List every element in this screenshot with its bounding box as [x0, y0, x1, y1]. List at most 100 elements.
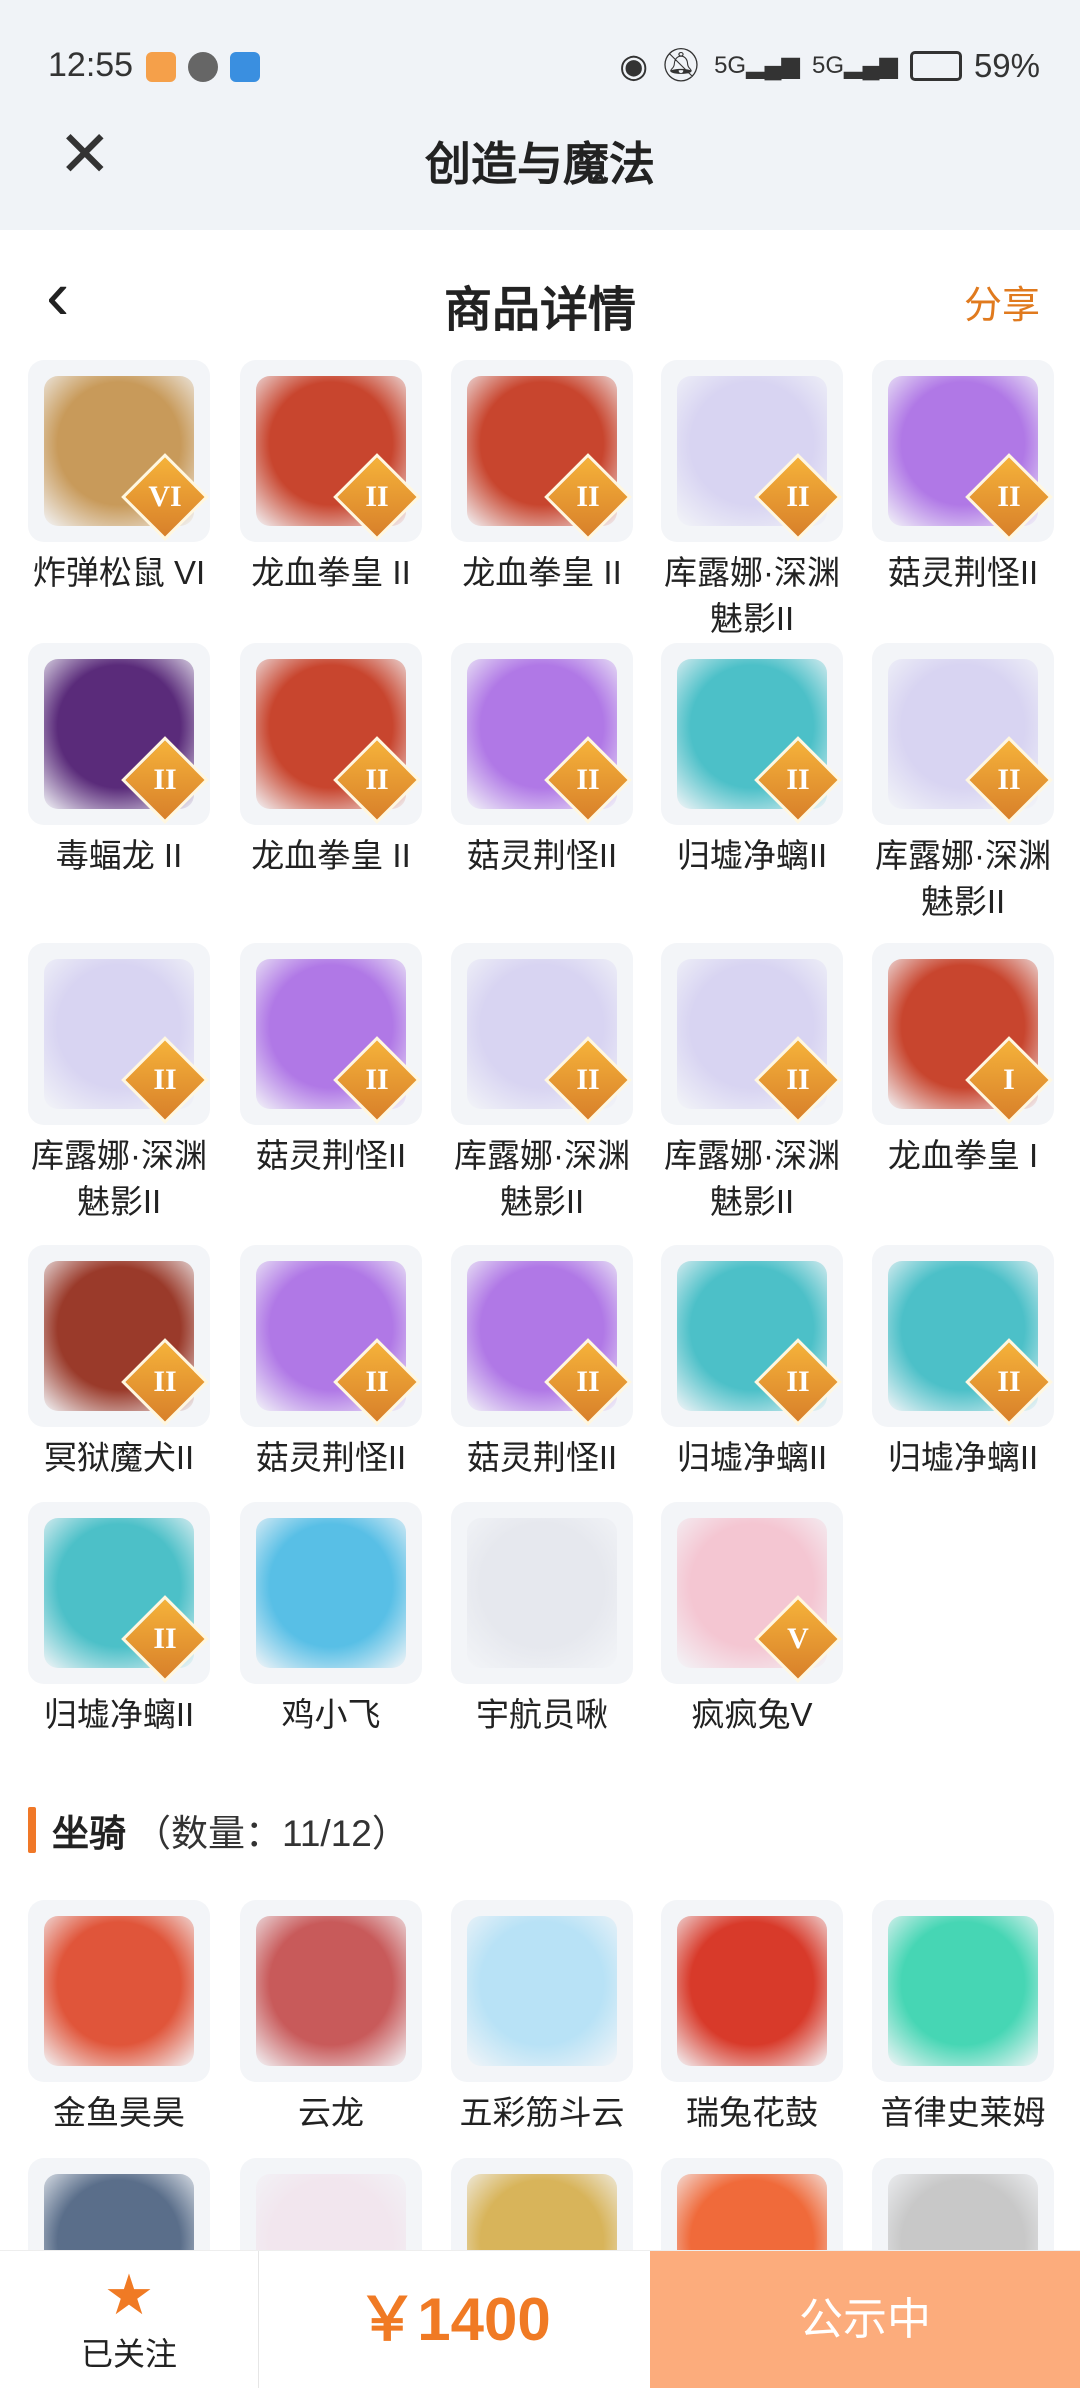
item-thumbnail: II	[872, 1245, 1054, 1427]
mounts-section-title: 坐骑 （数量：11/12）	[28, 1803, 409, 1857]
item-image	[888, 1916, 1038, 2066]
grid-item[interactable]: II 库露娜·深渊魅影II	[872, 643, 1054, 925]
grid-item[interactable]: 音律史莱姆	[872, 1900, 1054, 2136]
item-label: 毒蝠龙 II	[55, 837, 183, 874]
item-label: 音律史莱姆	[880, 2094, 1046, 2131]
grid-item[interactable]: II 库露娜·深渊魅影II	[661, 360, 843, 642]
item-thumbnail: II	[872, 360, 1054, 542]
grid-item[interactable]: 五彩筋斗云	[451, 1900, 633, 2136]
item-label: 五彩筋斗云	[459, 2094, 625, 2131]
item-label: 疯疯兔V	[691, 1696, 813, 1733]
item-thumbnail	[240, 1900, 422, 2082]
grid-item[interactable]: II 菇灵荆怪II	[240, 1245, 422, 1481]
follow-button[interactable]: ★ 已关注	[0, 2251, 259, 2388]
grid-item[interactable]: II 库露娜·深渊魅影II	[28, 943, 210, 1225]
item-label: 龙血拳皇 II	[251, 837, 411, 874]
bell-muted-icon: 🔕︎	[660, 46, 703, 83]
price: ￥1400	[357, 2286, 551, 2353]
item-thumbnail: II	[451, 943, 633, 1125]
grid-item[interactable]: II 冥狱魔犬II	[28, 1245, 210, 1481]
grid-item[interactable]: V 疯疯兔V	[661, 1502, 843, 1738]
battery-percent: 59%	[973, 46, 1040, 84]
grid-item[interactable]: II 菇灵荆怪II	[451, 1245, 633, 1481]
app-title: 创造与魔法	[425, 138, 655, 190]
grid-item[interactable]: II 菇灵荆怪II	[451, 643, 633, 879]
item-label: 归墟净螭II	[887, 1439, 1039, 1476]
section-count: （数量：11/12）	[134, 1813, 409, 1854]
grid-item[interactable]: II 龙血拳皇 II	[240, 643, 422, 879]
grid-item[interactable]: II 菇灵荆怪II	[240, 943, 422, 1179]
item-label: 菇灵荆怪II	[466, 1439, 618, 1476]
item-label: 库露娜·深渊魅影II	[875, 837, 1051, 920]
status-time: 12:55	[48, 46, 134, 84]
grid-item[interactable]: II 归墟净螭II	[28, 1502, 210, 1738]
item-thumbnail: II	[451, 643, 633, 825]
grid-item[interactable]: II 龙血拳皇 II	[240, 360, 422, 596]
item-label: 金鱼昊昊	[53, 2094, 185, 2131]
status-action-button[interactable]: 公示中	[650, 2251, 1080, 2388]
grid-item[interactable]: II 归墟净螭II	[872, 1245, 1054, 1481]
item-label: 菇灵荆怪II	[466, 837, 618, 874]
item-image	[256, 1518, 406, 1668]
grid-item[interactable]: II 归墟净螭II	[661, 643, 843, 879]
signal-5g-icon: 5G▂▄▆	[812, 52, 898, 79]
follow-label: 已关注	[80, 2336, 177, 2372]
item-label: 龙血拳皇 II	[251, 554, 411, 591]
grid-item[interactable]: 瑞兔花鼓	[661, 1900, 843, 2136]
item-thumbnail: II	[661, 360, 843, 542]
item-thumbnail: II	[240, 1245, 422, 1427]
grid-item[interactable]: II 库露娜·深渊魅影II	[451, 943, 633, 1225]
item-thumbnail	[28, 1900, 210, 2082]
item-thumbnail: II	[451, 360, 633, 542]
item-thumbnail: II	[28, 943, 210, 1125]
item-thumbnail: II	[28, 1502, 210, 1684]
item-image	[256, 1916, 406, 2066]
item-image	[467, 1518, 617, 1668]
grid-item[interactable]: 云龙	[240, 1900, 422, 2136]
section-accent-bar	[28, 1807, 36, 1853]
item-image	[677, 1916, 827, 2066]
signal-5g-icon: 5G▂▄▆	[714, 52, 800, 79]
share-button[interactable]: 分享	[964, 274, 1040, 329]
item-thumbnail: II	[661, 1245, 843, 1427]
item-label: 归墟净螭II	[676, 1439, 828, 1476]
item-thumbnail: VI	[28, 360, 210, 542]
grid-item[interactable]: 宇航员啾	[451, 1502, 633, 1738]
item-label: 库露娜·深渊魅影II	[664, 1137, 840, 1220]
item-thumbnail: II	[240, 643, 422, 825]
section-heading: 坐骑	[52, 1813, 126, 1854]
grid-item[interactable]: VI 炸弹松鼠 VI	[28, 360, 210, 596]
item-label: 库露娜·深渊魅影II	[664, 554, 840, 637]
item-label: 冥狱魔犬II	[43, 1439, 195, 1476]
item-label: 鸡小飞	[281, 1696, 381, 1733]
page-header: ‹ 商品详情 分享	[0, 230, 1080, 365]
grid-item[interactable]: I 龙血拳皇 I	[872, 943, 1054, 1179]
item-label: 瑞兔花鼓	[686, 2094, 818, 2131]
app-notification-icon	[230, 52, 260, 82]
item-thumbnail: II	[872, 643, 1054, 825]
item-label: 龙血拳皇 I	[887, 1137, 1039, 1174]
item-label: 归墟净螭II	[43, 1696, 195, 1733]
grid-item[interactable]: 金鱼昊昊	[28, 1900, 210, 2136]
grid-item[interactable]: II 龙血拳皇 II	[451, 360, 633, 596]
star-icon: ★	[103, 2263, 155, 2326]
item-label: 龙血拳皇 II	[462, 554, 622, 591]
grid-item[interactable]: II 毒蝠龙 II	[28, 643, 210, 879]
message-notification-icon	[188, 52, 218, 82]
item-image	[44, 1916, 194, 2066]
item-thumbnail	[240, 1502, 422, 1684]
grid-item[interactable]: II 归墟净螭II	[661, 1245, 843, 1481]
item-label: 库露娜·深渊魅影II	[31, 1137, 207, 1220]
item-thumbnail: II	[451, 1245, 633, 1427]
item-thumbnail	[451, 1900, 633, 2082]
item-thumbnail	[451, 1502, 633, 1684]
grid-item[interactable]: II 库露娜·深渊魅影II	[661, 943, 843, 1225]
item-label: 云龙	[298, 2094, 364, 2131]
item-thumbnail: II	[28, 643, 210, 825]
eye-icon: ◉	[619, 47, 649, 84]
battery-icon	[909, 50, 962, 81]
grid-item[interactable]: 鸡小飞	[240, 1502, 422, 1738]
grid-item[interactable]: II 菇灵荆怪II	[872, 360, 1054, 596]
status-icons: ◉ 🔕︎ 5G▂▄▆ 5G▂▄▆ 59%	[619, 46, 1040, 85]
item-thumbnail: II	[240, 943, 422, 1125]
